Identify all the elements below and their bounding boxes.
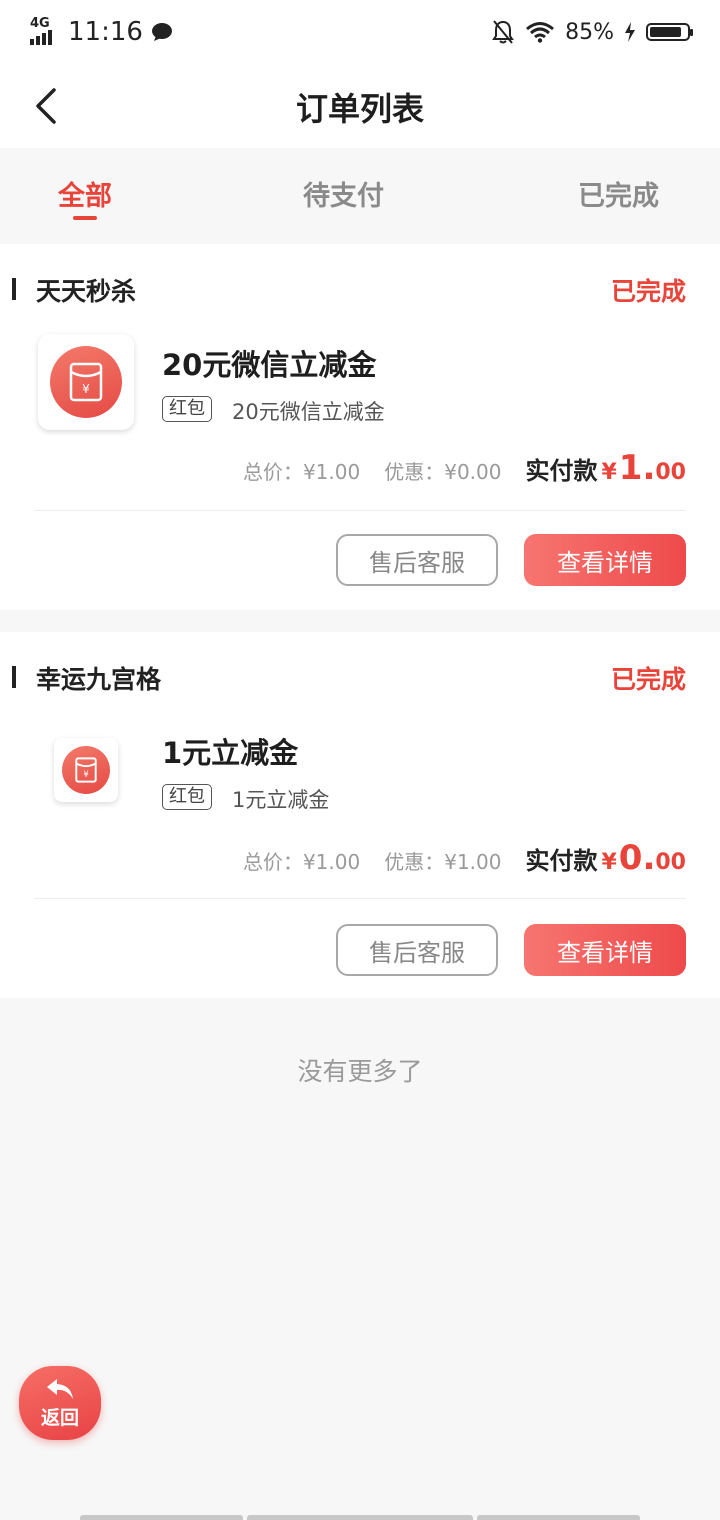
product-subtitle: 20元微信立减金 xyxy=(232,400,385,424)
tab-active-indicator xyxy=(73,216,97,220)
tab-completed[interactable]: 已完成 xyxy=(578,174,659,213)
wifi-icon xyxy=(526,22,555,43)
product-tag: 红包 xyxy=(162,784,212,810)
floating-back-label: 返回 xyxy=(40,1406,79,1429)
order-tabs: 全部 待支付 已完成 xyxy=(0,148,720,244)
charging-icon xyxy=(625,22,635,42)
paid-label: 实付款 xyxy=(525,847,598,875)
tab-pending-payment[interactable]: 待支付 xyxy=(303,174,384,213)
home-indicator xyxy=(247,1515,473,1520)
status-time: 11:16 xyxy=(68,17,143,47)
currency-symbol: ¥ xyxy=(601,460,617,485)
reply-arrow-icon xyxy=(47,1378,73,1399)
order-status: 已完成 xyxy=(610,277,686,306)
paid-label: 实付款 xyxy=(525,457,598,485)
battery-percent: 85% xyxy=(565,19,614,45)
no-more-text: 没有更多了 xyxy=(297,1057,423,1086)
order-card-header: 天天秒杀 已完成 xyxy=(0,244,720,330)
after-sales-button[interactable]: 售后客服 xyxy=(336,534,498,586)
status-bar: 4G 11:16 85% xyxy=(0,0,720,64)
tab-label: 待支付 xyxy=(303,181,384,212)
signal-icon: 4G xyxy=(30,17,60,47)
total-price: 总价：¥1.00 xyxy=(242,850,361,874)
product-title: 1元立减金 xyxy=(162,736,299,770)
order-status: 已完成 xyxy=(610,665,686,694)
product-thumbnail[interactable]: ¥ xyxy=(38,334,134,430)
message-icon xyxy=(151,23,172,41)
discount: 优惠：¥0.00 xyxy=(384,460,502,484)
price-row: 总价：¥1.00 优惠：¥1.00 实付款 ¥ 0. 00 xyxy=(243,838,686,878)
status-right: 85% xyxy=(491,14,693,50)
view-details-button[interactable]: 查看详情 xyxy=(524,924,686,976)
mute-bell-icon xyxy=(492,20,514,44)
after-sales-button[interactable]: 售后客服 xyxy=(336,924,498,976)
view-details-button[interactable]: 查看详情 xyxy=(524,534,686,586)
tab-all[interactable]: 全部 xyxy=(58,174,112,220)
order-card-header: 幸运九宫格 已完成 xyxy=(0,632,720,718)
home-indicator xyxy=(477,1515,640,1520)
paid-amount-dec: 00 xyxy=(655,460,686,485)
tab-label: 全部 xyxy=(58,181,112,212)
header-bar xyxy=(12,278,16,300)
svg-text:¥: ¥ xyxy=(83,769,88,779)
network-type: 4G xyxy=(30,16,50,31)
nav-bar: 订单列表 xyxy=(0,64,720,148)
divider xyxy=(34,510,686,511)
store-name: 天天秒杀 xyxy=(36,277,137,306)
svg-text:¥: ¥ xyxy=(82,382,90,396)
home-indicator xyxy=(80,1515,243,1520)
paid-amount-int: 0. xyxy=(618,838,656,878)
product-title: 20元微信立减金 xyxy=(162,348,377,382)
status-left: 4G 11:16 xyxy=(30,14,173,50)
product-tag: 红包 xyxy=(162,396,212,422)
floating-back-button[interactable]: 返回 xyxy=(19,1366,101,1440)
tab-label: 已完成 xyxy=(578,181,659,212)
red-envelope-icon: ¥ xyxy=(50,346,122,418)
store-name: 幸运九宫格 xyxy=(36,665,162,694)
divider xyxy=(34,898,686,899)
page-title: 订单列表 xyxy=(295,90,424,128)
order-card: 幸运九宫格 已完成 ¥ 1元立减金 红包 1元立减金 总价：¥1.00 优惠：¥… xyxy=(0,632,720,998)
red-envelope-icon: ¥ xyxy=(62,746,110,794)
product-thumbnail[interactable]: ¥ xyxy=(54,738,118,802)
discount: 优惠：¥1.00 xyxy=(384,850,502,874)
price-row: 总价：¥1.00 优惠：¥0.00 实付款 ¥ 1. 00 xyxy=(243,448,686,488)
battery-icon xyxy=(646,23,693,41)
header-bar xyxy=(12,666,16,688)
paid-amount-dec: 00 xyxy=(655,850,686,875)
order-card: 天天秒杀 已完成 ¥ 20元微信立减金 红包 20元微信立减金 总价：¥1.00… xyxy=(0,244,720,610)
product-subtitle: 1元立减金 xyxy=(232,788,330,812)
total-price: 总价：¥1.00 xyxy=(242,460,361,484)
paid-amount-int: 1. xyxy=(618,448,656,488)
currency-symbol: ¥ xyxy=(601,850,617,875)
